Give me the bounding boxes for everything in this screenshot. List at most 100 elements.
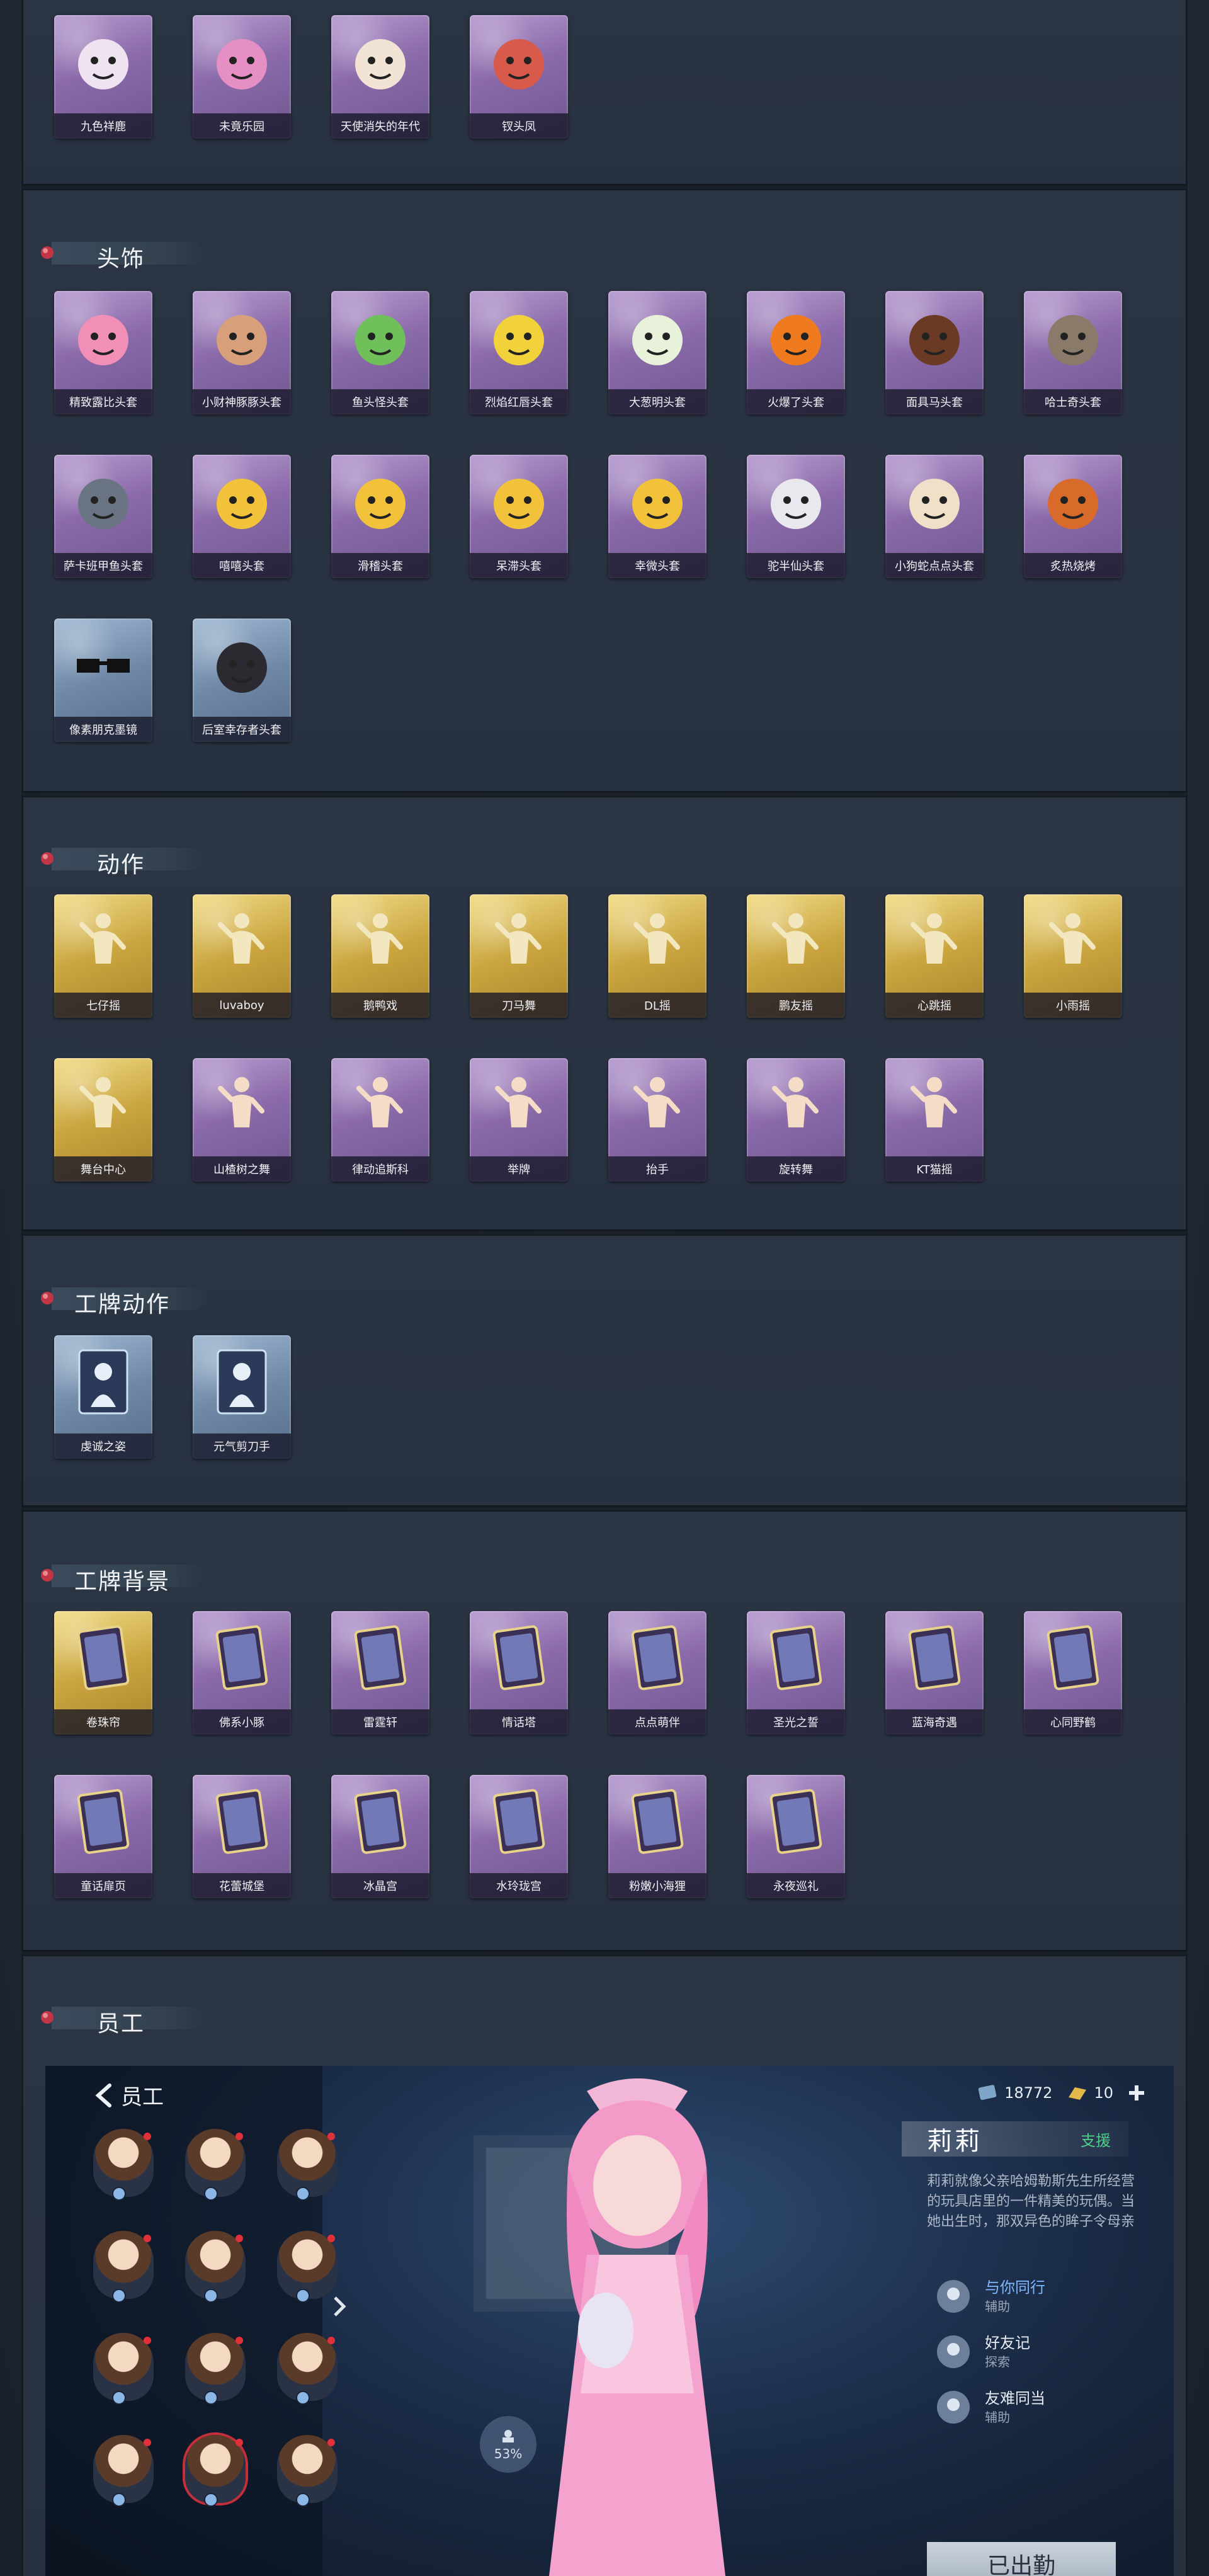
item-card: 情话塔 <box>470 1611 568 1735</box>
employee-avatar[interactable] <box>277 2129 338 2201</box>
pin-icon <box>41 852 54 865</box>
collection-item[interactable]: 心跳摇 <box>885 894 984 1018</box>
collection-item[interactable]: 旋转舞 <box>747 1058 845 1182</box>
item-name-bar: 旋转舞 <box>747 1156 845 1182</box>
collection-item[interactable]: 蓝海奇遇 <box>885 1611 984 1735</box>
collection-item[interactable]: 圣光之誓 <box>747 1611 845 1735</box>
collection-item[interactable]: 冰晶宫 <box>331 1775 429 1898</box>
employee-avatar[interactable] <box>185 2435 246 2507</box>
collection-item[interactable]: 炙热烧烤 <box>1024 455 1122 578</box>
collection-item[interactable]: 萨卡班甲鱼头套 <box>54 455 152 578</box>
collection-item[interactable]: 小财神豚豚头套 <box>193 291 291 414</box>
currency-gold: 10 <box>1066 2083 1113 2102</box>
collection-item[interactable]: 未竟乐园 <box>193 15 291 139</box>
collection-item[interactable]: 粉嫩小海狸 <box>608 1775 707 1898</box>
dance-pose-icon <box>207 906 277 976</box>
item-name-bar: 精致露比头套 <box>54 389 152 414</box>
collection-item[interactable]: 鹏友摇 <box>747 894 845 1018</box>
bbq-mask-icon <box>1038 466 1108 537</box>
section-divider <box>21 1229 1188 1236</box>
item-card: KT猫摇 <box>885 1058 984 1182</box>
collection-item[interactable]: 情话塔 <box>470 1611 568 1735</box>
collection-item[interactable]: 虔诚之姿 <box>54 1335 152 1459</box>
collection-item[interactable]: 元气剪刀手 <box>193 1335 291 1459</box>
collection-item[interactable]: 舞台中心 <box>54 1058 152 1182</box>
employee-avatar[interactable] <box>93 2333 154 2405</box>
collection-item[interactable]: 小狗蛇点点头套 <box>885 455 984 578</box>
collection-item[interactable]: 山楂树之舞 <box>193 1058 291 1182</box>
item-name: DL摇 <box>644 1000 671 1013</box>
collection-item[interactable]: 像素朋克墨镜 <box>54 618 152 742</box>
collection-item[interactable]: 心同野鹤 <box>1024 1611 1122 1735</box>
collection-item[interactable]: 小雨摇 <box>1024 894 1122 1018</box>
collection-item[interactable]: 面具马头套 <box>885 291 984 414</box>
collection-item[interactable]: 举牌 <box>470 1058 568 1182</box>
card-holy-icon <box>761 1622 831 1693</box>
card-ice-palace-icon <box>345 1786 416 1857</box>
collection-item[interactable]: 鹅鸭戏 <box>331 894 429 1018</box>
back-button[interactable]: 员工 <box>93 2080 164 2111</box>
collection-item[interactable]: 钗头凤 <box>470 15 568 139</box>
employee-avatar[interactable] <box>277 2435 338 2507</box>
collection-item[interactable]: 大葱明头套 <box>608 291 707 414</box>
employee-avatar[interactable] <box>277 2231 338 2303</box>
item-name-bar: 炙热烧烤 <box>1024 553 1122 578</box>
collection-item[interactable]: 天使消失的年代 <box>331 15 429 139</box>
scallion-mask-icon <box>622 302 693 373</box>
skill-entry[interactable]: 友难同当 辅助 <box>933 2385 1135 2435</box>
item-name-bar: 舞台中心 <box>54 1156 152 1182</box>
collection-item[interactable]: 点点萌伴 <box>608 1611 707 1735</box>
item-name-bar: 冰晶宫 <box>331 1873 429 1898</box>
collection-item[interactable]: 滑稽头套 <box>331 455 429 578</box>
collection-item[interactable]: 佛系小豚 <box>193 1611 291 1735</box>
collection-item[interactable]: 鱼头怪头套 <box>331 291 429 414</box>
item-name: 水玲珑宫 <box>496 1880 542 1893</box>
employee-avatar[interactable] <box>185 2333 246 2405</box>
skill-entry[interactable]: 好友记 探索 <box>933 2329 1135 2379</box>
collection-item[interactable]: 雷霆轩 <box>331 1611 429 1735</box>
item-name: 蓝海奇遇 <box>912 1716 957 1730</box>
item-name: 律动追斯科 <box>352 1163 409 1177</box>
item-name-bar: 大葱明头套 <box>608 389 707 414</box>
collection-item[interactable]: 抬手 <box>608 1058 707 1182</box>
collection-item[interactable]: 水玲珑宫 <box>470 1775 568 1898</box>
collection-item[interactable]: 哈士奇头套 <box>1024 291 1122 414</box>
employee-avatar[interactable] <box>277 2333 338 2405</box>
collection-item[interactable]: 呆滞头套 <box>470 455 568 578</box>
item-card: 蓝海奇遇 <box>885 1611 984 1735</box>
collection-item[interactable]: 花蕾城堡 <box>193 1775 291 1898</box>
collection-item[interactable]: 九色祥鹿 <box>54 15 152 139</box>
collection-item[interactable]: luvaboy <box>193 894 291 1018</box>
collection-item[interactable]: 童话扉页 <box>54 1775 152 1898</box>
collection-item[interactable]: 精致露比头套 <box>54 291 152 414</box>
collection-item[interactable]: DL摇 <box>608 894 707 1018</box>
employee-avatar[interactable] <box>93 2435 154 2507</box>
skill-entry[interactable]: 与你同行 辅助 <box>933 2274 1135 2324</box>
add-icon[interactable] <box>1127 2083 1146 2102</box>
employee-avatar[interactable] <box>93 2231 154 2303</box>
employee-avatar[interactable] <box>185 2231 246 2303</box>
item-name: 小狗蛇点点头套 <box>895 560 974 573</box>
collection-item[interactable]: 火爆了头套 <box>747 291 845 414</box>
collection-item[interactable]: 驼半仙头套 <box>747 455 845 578</box>
notification-dot <box>144 2337 151 2344</box>
collection-item[interactable]: 后室幸存者头套 <box>193 618 291 742</box>
employee-avatar[interactable] <box>185 2129 246 2201</box>
collection-item[interactable]: 卷珠帘 <box>54 1611 152 1735</box>
item-name: 情话塔 <box>502 1716 536 1730</box>
dance-pose-icon <box>484 906 554 976</box>
deploy-button[interactable]: 已出勤 <box>927 2542 1116 2576</box>
collection-item[interactable]: 律动追斯科 <box>331 1058 429 1182</box>
notification-dot <box>144 2439 151 2446</box>
collection-item[interactable]: KT猫摇 <box>885 1058 984 1182</box>
collection-item[interactable]: 刀马舞 <box>470 894 568 1018</box>
employee-avatar[interactable] <box>93 2129 154 2201</box>
collection-item[interactable]: 永夜巡礼 <box>747 1775 845 1898</box>
ancient-fish-mask-icon <box>68 466 139 537</box>
collection-item[interactable]: 幸微头套 <box>608 455 707 578</box>
collection-item[interactable]: 嘻嘻头套 <box>193 455 291 578</box>
collection-item[interactable]: 烈焰红唇头套 <box>470 291 568 414</box>
chevron-right-icon[interactable] <box>330 2294 349 2319</box>
collection-item[interactable]: 七仔摇 <box>54 894 152 1018</box>
section-divider <box>21 791 1188 797</box>
